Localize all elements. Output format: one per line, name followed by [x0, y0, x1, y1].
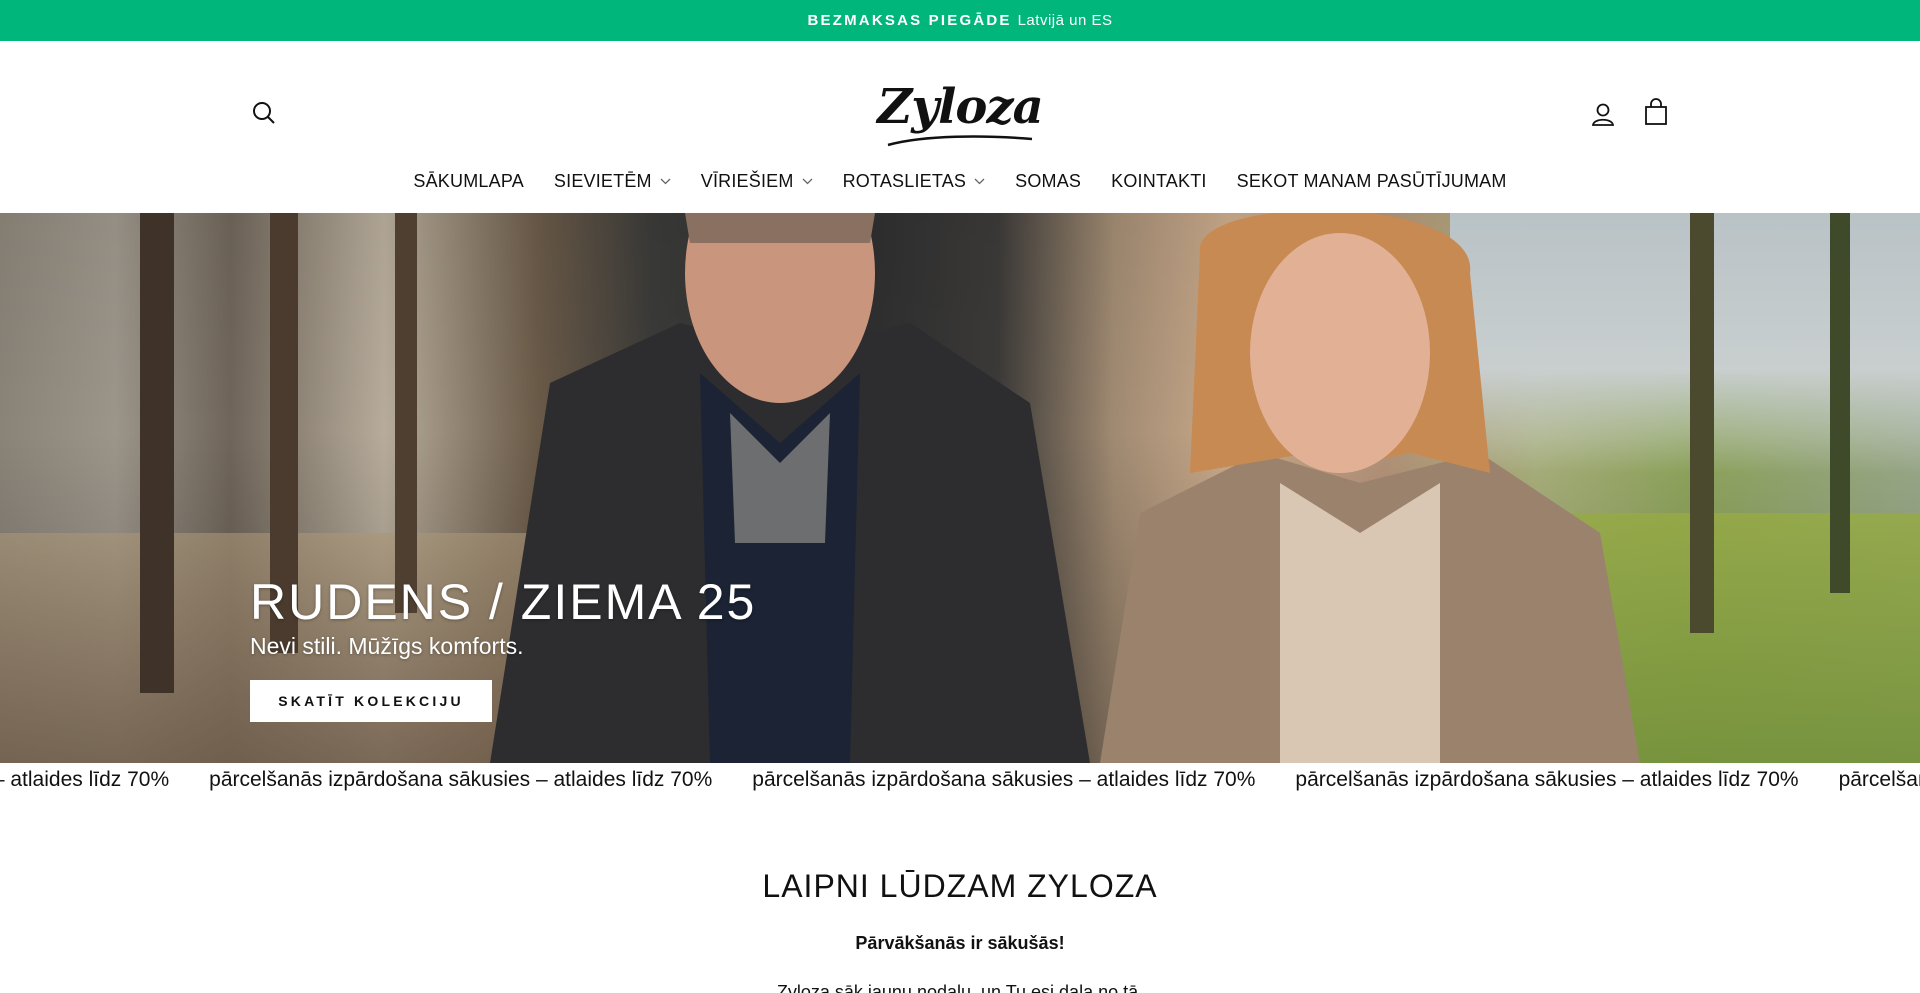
nav-item-contacts[interactable]: KOINTAKTI [1111, 171, 1206, 192]
nav-item-women[interactable]: SIEVIETĒM [554, 171, 671, 192]
nav-item-jewelry[interactable]: ROTASLIETAS [843, 171, 986, 192]
hero-woman-image [1100, 213, 1640, 763]
nav-item-bags[interactable]: SOMAS [1015, 171, 1081, 192]
bag-icon[interactable] [1641, 97, 1671, 127]
chevron-down-icon [802, 178, 813, 184]
view-collection-button[interactable]: SKATĪT KOLEKCIJU [250, 680, 492, 722]
marquee-item: pārcelšanās izpārdošana sākusies – atlai… [1295, 768, 1799, 791]
hero-man-image [490, 213, 1090, 763]
nav-item-track-order[interactable]: SEKOT MANAM PASŪTĪJUMAM [1237, 171, 1507, 192]
marquee-item: pārcelšanās izpārdošana sākusies – atlai… [209, 768, 713, 791]
marquee-item: pārcelšanās izpārdošana sākusies – atlai… [752, 768, 1256, 791]
site-header: Zyloza SĀKUMLAPA SIEVIETĒM VĪRIEŠIEM ROT… [0, 41, 1920, 213]
nav-label: SOMAS [1015, 170, 1082, 191]
main-nav: SĀKUMLAPA SIEVIETĒM VĪRIEŠIEM ROTASLIETA… [0, 166, 1920, 196]
announcement-bar: BEZMAKSAS PIEGĀDE Latvijā un ES [0, 0, 1920, 41]
nav-label: SIEVIETĒM [553, 170, 652, 191]
nav-label: KOINTAKTI [1111, 170, 1207, 191]
nav-label: SEKOT MANAM PASŪTĪJUMAM [1236, 170, 1507, 191]
chevron-down-icon [974, 178, 985, 184]
nav-item-men[interactable]: VĪRIEŠIEM [701, 171, 813, 192]
hero-subtitle: Nevi stili. Mūžīgs komforts. [250, 633, 524, 659]
hero-title: RUDENS / ZIEMA 25 [250, 574, 757, 630]
welcome-body: Zyloza sāk jaunu nodaļu, un Tu esi daļa … [776, 982, 1144, 993]
hero-banner: RUDENS / ZIEMA 25 Nevi stili. Mūžīgs kom… [0, 213, 1920, 763]
promo-marquee: pārcelšanās izpārdošana sākusies – atlai… [0, 763, 1920, 799]
chevron-down-icon [660, 178, 671, 184]
nav-item-home[interactable]: SĀKUMLAPA [413, 171, 524, 192]
announcement-bold: BEZMAKSAS PIEGĀDE [807, 12, 1012, 29]
announcement-text: Latvijā un ES [1017, 12, 1113, 29]
marquee-item: pārcelšanās izpārdošana sākusies – atlai… [0, 768, 170, 791]
welcome-title: LAIPNI LŪDZAM ZYLOZA [762, 868, 1158, 904]
nav-label: VĪRIEŠIEM [700, 170, 794, 191]
marquee-item: pārcelšanās izpārdošana sākusies – atlai… [1838, 768, 1920, 791]
welcome-subtitle: Pārvākšanās ir sākušās! [855, 933, 1065, 953]
nav-label: ROTASLIETAS [842, 170, 967, 191]
user-icon[interactable] [1588, 99, 1618, 129]
site-logo[interactable]: Zyloza [0, 79, 1920, 135]
nav-label: SĀKUMLAPA [413, 170, 524, 191]
logo-swoosh-icon [887, 135, 1033, 147]
